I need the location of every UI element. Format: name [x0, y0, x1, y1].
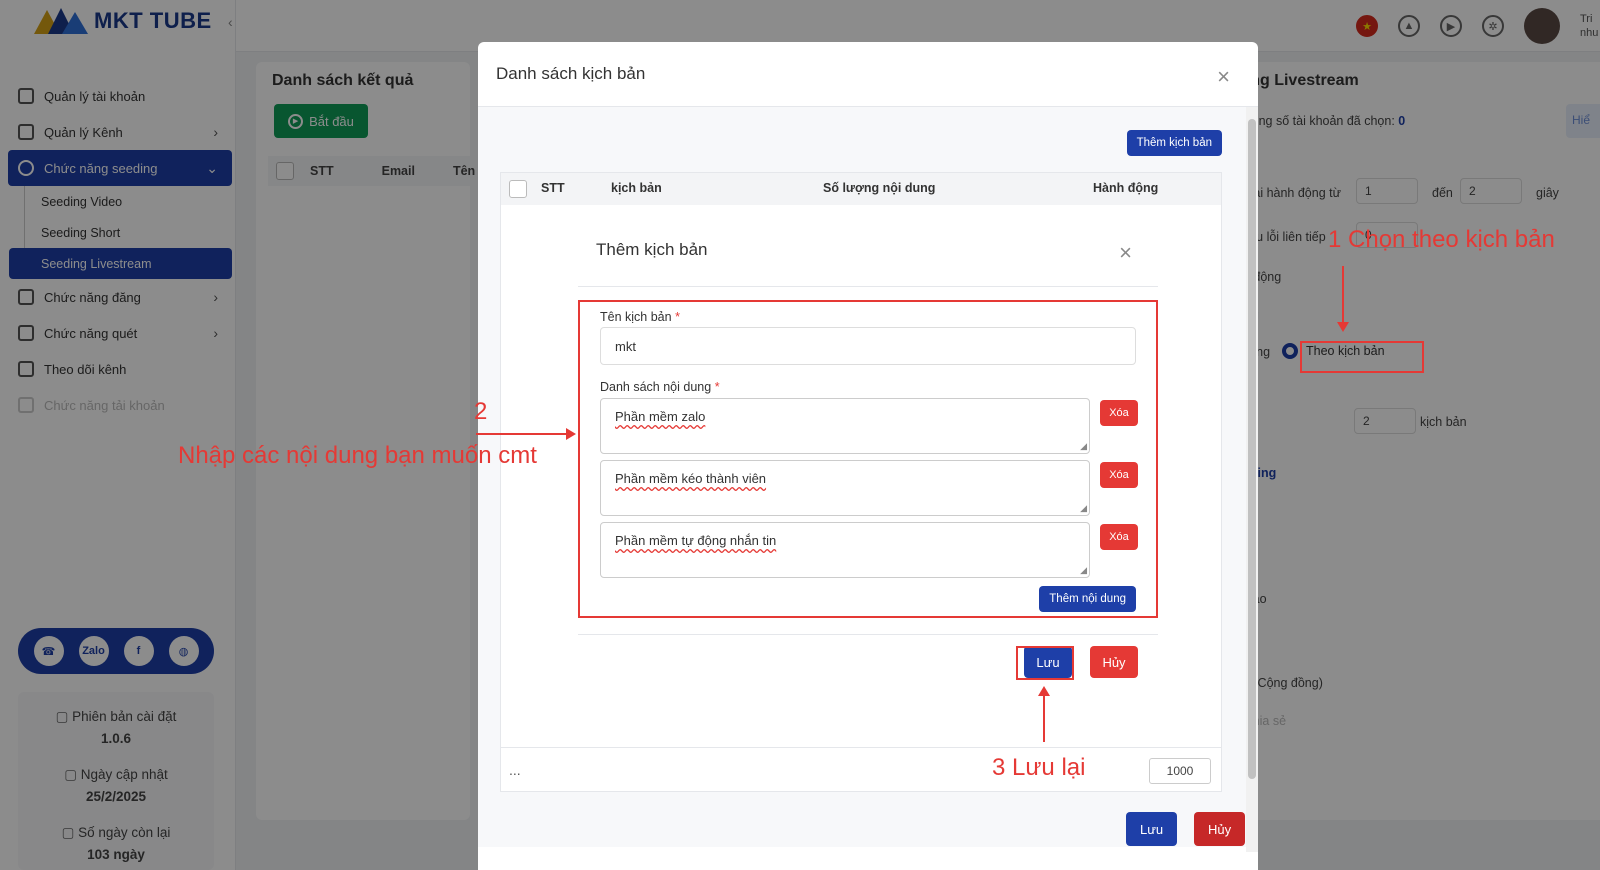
- add-script-button[interactable]: Thêm kịch bản: [1126, 130, 1222, 156]
- outer-cancel-button[interactable]: Hủy: [1194, 812, 1246, 846]
- close-icon[interactable]: ×: [1119, 240, 1132, 266]
- save-highlight-box: [1016, 646, 1074, 680]
- annotation-arrow-line: [1342, 266, 1344, 324]
- annotation-step3: 3 Lưu lại: [992, 754, 1086, 781]
- script-table-footer: ... 1000: [501, 747, 1221, 791]
- arrow-up-icon: [1038, 686, 1050, 696]
- radio-highlight-box: [1300, 341, 1424, 373]
- scrollbar[interactable]: [1246, 107, 1258, 852]
- annotation-arrow-line: [1043, 696, 1045, 742]
- script-list-title: Danh sách kịch bản: [496, 64, 646, 83]
- divider: [578, 286, 1158, 287]
- scrollbar-thumb[interactable]: [1248, 119, 1256, 779]
- add-script-title: Thêm kịch bản: [596, 240, 708, 259]
- select-all-checkbox[interactable]: [509, 180, 527, 198]
- script-table-header: STT kịch bản Số lượng nội dung Hành động: [501, 173, 1221, 205]
- annotation-step2: Nhập các nội dung bạn muốn cmt: [178, 442, 537, 469]
- divider: [578, 634, 1158, 635]
- pagination-dots[interactable]: ...: [509, 762, 521, 778]
- outer-save-button[interactable]: Lưu: [1126, 812, 1178, 846]
- arrow-down-icon: [1337, 322, 1349, 332]
- content-highlight-box: [578, 300, 1158, 618]
- annotation-arrow-line: [476, 433, 566, 435]
- annotation-step2-number: 2: [474, 398, 488, 425]
- close-icon[interactable]: ×: [1217, 64, 1230, 90]
- page-size-input[interactable]: 1000: [1149, 758, 1211, 784]
- annotation-step1: 1 Chọn theo kịch bản: [1328, 226, 1555, 253]
- arrow-right-icon: [566, 428, 576, 440]
- cancel-button[interactable]: Hủy: [1090, 646, 1138, 678]
